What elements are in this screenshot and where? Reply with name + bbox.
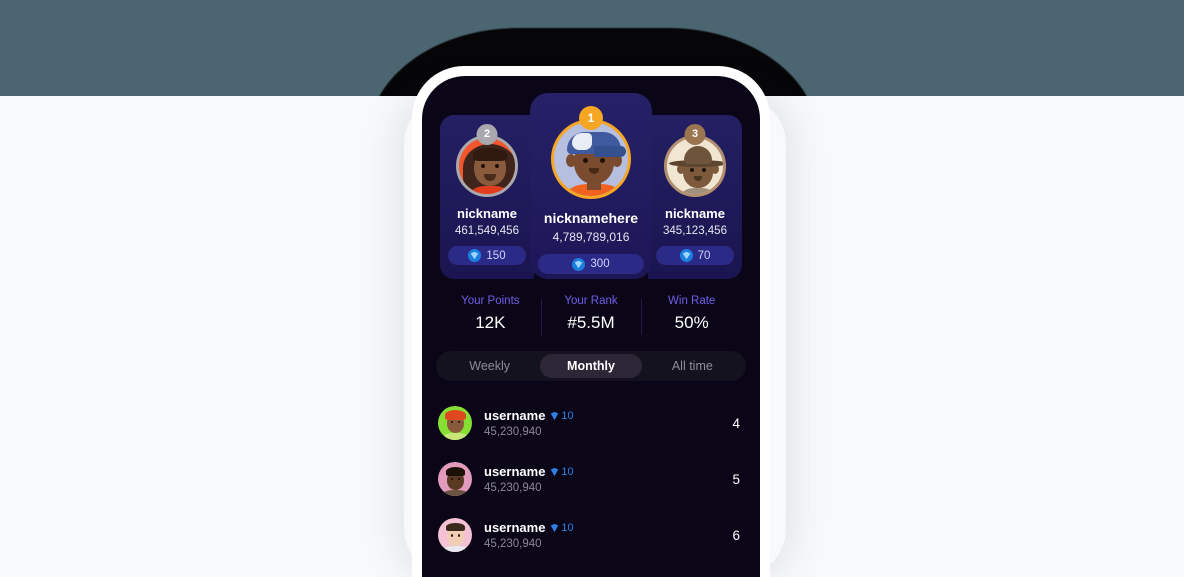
stats-row: Your Points 12K Your Rank #5.5M Win Rate… [436, 295, 746, 335]
podium-nickname-third: nickname [665, 206, 725, 221]
list-item-body: username 10 45,230,940 [484, 408, 732, 438]
avatar-art-third [667, 138, 723, 194]
stat-win-rate: Win Rate 50% [641, 295, 742, 335]
list-item[interactable]: username 10 45,230,940 5 [436, 451, 746, 507]
rank-badge-third: 3 [684, 124, 706, 145]
list-item[interactable]: username 10 45,230,940 4 [436, 395, 746, 451]
podium-points-second: 461,549,456 [455, 225, 519, 237]
avatar [438, 518, 472, 552]
phone-frame: 2 nickname 461,549,456 150 1 nicknameher… [412, 66, 770, 577]
gem-icon: 10 [550, 409, 574, 422]
list-item-points: 45,230,940 [484, 538, 542, 550]
tab-weekly[interactable]: Weekly [439, 354, 540, 378]
rank-badge-second: 2 [476, 124, 498, 145]
stat-label: Your Points [461, 295, 520, 307]
podium-gem-value-first: 300 [590, 258, 610, 270]
rank-badge-first: 1 [579, 106, 603, 130]
podium-points-first: 4,789,789,016 [552, 230, 630, 244]
app-content: 2 nickname 461,549,456 150 1 nicknameher… [422, 76, 760, 577]
list-item-points: 45,230,940 [484, 482, 542, 494]
list-item-rank: 6 [732, 527, 740, 543]
avatar-art [438, 518, 472, 552]
gem-icon [679, 249, 693, 262]
list-item-top: username 10 [484, 464, 732, 479]
phone-screen: 2 nickname 461,549,456 150 1 nicknameher… [422, 76, 760, 577]
avatar-art [438, 462, 472, 496]
avatar [438, 462, 472, 496]
stat-value: #5.5M [567, 313, 615, 332]
podium-card-second[interactable]: 2 nickname 461,549,456 150 [440, 115, 534, 279]
gem-icon: 10 [550, 521, 574, 534]
podium-avatar-wrap-third: 3 [656, 124, 734, 197]
gem-icon: 10 [550, 465, 574, 478]
podium-gem-value-second: 150 [486, 249, 506, 262]
gem-icon [468, 249, 482, 262]
podium-card-third[interactable]: 3 nickname 345,123,456 70 [648, 115, 742, 279]
list-item-top: username 10 [484, 408, 732, 423]
list-item-gem-value: 10 [561, 465, 574, 478]
leaderboard-list: username 10 45,230,940 4 username 10 45,… [436, 395, 746, 563]
podium-nickname-second: nickname [457, 206, 517, 221]
stat-value: 50% [674, 313, 709, 332]
period-tabs: Weekly Monthly All time [436, 351, 746, 381]
list-item-username: username [484, 520, 546, 535]
mockup-scene: 2 nickname 461,549,456 150 1 nicknameher… [0, 0, 1184, 577]
list-item-body: username 10 45,230,940 [484, 520, 732, 550]
avatar-art-second [459, 138, 515, 194]
podium-gem-value-third: 70 [697, 249, 711, 262]
list-item-body: username 10 45,230,940 [484, 464, 732, 494]
stat-your-points: Your Points 12K [440, 295, 541, 333]
list-item-rank: 4 [732, 415, 740, 431]
podium-points-third: 345,123,456 [663, 225, 727, 237]
podium-avatar-wrap-second: 2 [448, 124, 526, 197]
stat-your-rank: Your Rank #5.5M [540, 295, 642, 335]
podium-avatar-wrap-first: 1 [538, 106, 644, 199]
tab-monthly[interactable]: Monthly [540, 354, 642, 378]
list-item-points: 45,230,940 [484, 426, 542, 438]
list-item-username: username [484, 464, 546, 479]
podium-gem-pill-first: 300 [538, 254, 644, 274]
avatar-art-first [554, 122, 628, 196]
tab-all-time[interactable]: All time [642, 354, 743, 378]
podium-gem-pill-second: 150 [448, 246, 526, 265]
avatar [438, 406, 472, 440]
list-item-gem-value: 10 [561, 409, 574, 422]
list-item-username: username [484, 408, 546, 423]
stat-value: 12K [475, 313, 506, 332]
stat-label: Your Rank [564, 295, 618, 307]
avatar-art [438, 406, 472, 440]
podium-gem-pill-third: 70 [656, 246, 734, 265]
stat-label: Win Rate [668, 295, 716, 307]
list-item-top: username 10 [484, 520, 732, 535]
podium: 2 nickname 461,549,456 150 1 nicknameher… [436, 93, 746, 279]
avatar-first [551, 119, 631, 199]
list-item-rank: 5 [732, 471, 740, 487]
list-item[interactable]: username 10 45,230,940 6 [436, 507, 746, 563]
list-item-gem-value: 10 [561, 521, 574, 534]
podium-nickname-first: nicknamehere [543, 210, 639, 226]
podium-card-first[interactable]: 1 nicknamehere 4,789,789,016 300 [530, 93, 652, 279]
gem-icon [572, 257, 586, 271]
